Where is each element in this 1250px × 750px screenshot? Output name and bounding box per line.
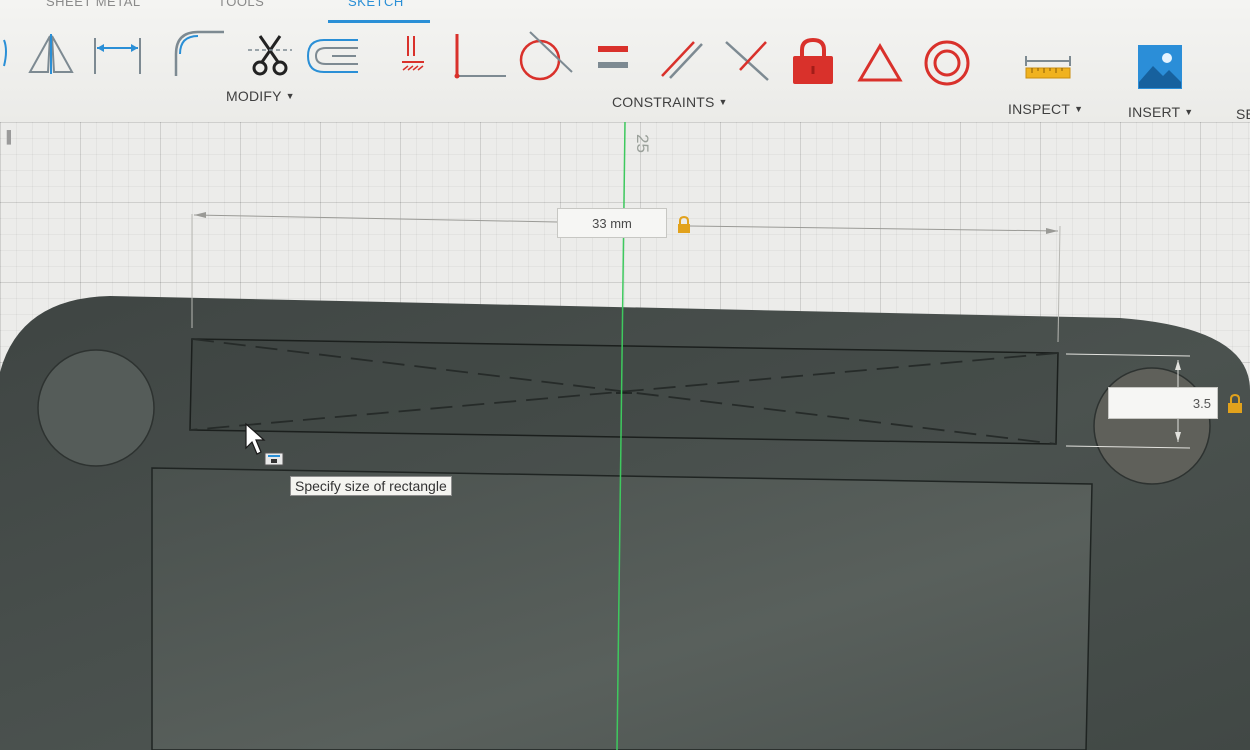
concentric-icon[interactable]: [922, 38, 972, 88]
scissors-icon[interactable]: [246, 30, 294, 78]
mounting-hole-right: [1093, 367, 1211, 485]
coincident-icon[interactable]: [452, 30, 508, 80]
app-window: SHEET METAL TOOLS SKETCH MODIFY ▼ CONSTR…: [0, 0, 1250, 750]
insert-label: INSERT: [1128, 104, 1181, 120]
sketch-rectangle: [189, 338, 1059, 445]
width-lock-icon[interactable]: [676, 216, 692, 234]
height-lock-icon[interactable]: [1226, 394, 1244, 414]
insert-image-icon[interactable]: [1137, 44, 1183, 90]
height-dimension-input[interactable]: [1108, 387, 1218, 419]
parallel-icon[interactable]: [656, 36, 704, 80]
offset-icon[interactable]: [302, 36, 362, 76]
modify-menu[interactable]: MODIFY ▼: [226, 88, 295, 104]
modify-label: MODIFY: [226, 88, 282, 104]
ribbon-toolbar: SHEET METAL TOOLS SKETCH MODIFY ▼ CONSTR…: [0, 0, 1250, 123]
active-tab-indicator: [328, 20, 430, 23]
dimension-icon[interactable]: [92, 34, 144, 78]
chevron-down-icon: ▼: [1184, 107, 1194, 117]
width-dimension-input[interactable]: [557, 208, 667, 238]
inner-pocket: [151, 467, 1093, 750]
inspect-label: INSPECT: [1008, 101, 1071, 117]
equal-icon[interactable]: [596, 44, 630, 72]
tab-tools[interactable]: TOOLS: [218, 0, 264, 9]
triangle-icon[interactable]: [856, 40, 904, 84]
sketch-canvas[interactable]: ▌ 25 Specify size of rectangle: [0, 122, 1250, 750]
constraints-menu[interactable]: CONSTRAINTS ▼: [612, 94, 728, 110]
fillet-icon[interactable]: [170, 28, 228, 78]
select-menu-partial[interactable]: SE: [1236, 106, 1250, 122]
mounting-hole-left: [37, 349, 155, 467]
chevron-down-icon: ▼: [1074, 104, 1084, 114]
chevron-down-icon: ▼: [285, 91, 295, 101]
axis-dimension-label: 25: [633, 134, 652, 153]
tab-sketch[interactable]: SKETCH: [348, 0, 404, 9]
perpendicular-icon[interactable]: [722, 36, 772, 82]
insert-menu[interactable]: INSERT ▼: [1128, 104, 1193, 120]
tab-sheet-metal[interactable]: SHEET METAL: [46, 0, 141, 9]
chevron-down-icon: ▼: [718, 97, 728, 107]
tangent-icon[interactable]: [516, 28, 574, 84]
measure-icon[interactable]: [1024, 52, 1072, 82]
mirror-icon[interactable]: [26, 32, 76, 78]
panel-collapse-handle[interactable]: ▌: [0, 124, 22, 150]
lock-icon[interactable]: [790, 36, 836, 88]
constraints-label: CONSTRAINTS: [612, 94, 715, 110]
partial-tool-icon[interactable]: [0, 36, 14, 76]
inspect-menu[interactable]: INSPECT ▼: [1008, 101, 1083, 117]
tooltip: Specify size of rectangle: [290, 476, 452, 496]
sketch-scale-icon[interactable]: [398, 34, 428, 78]
